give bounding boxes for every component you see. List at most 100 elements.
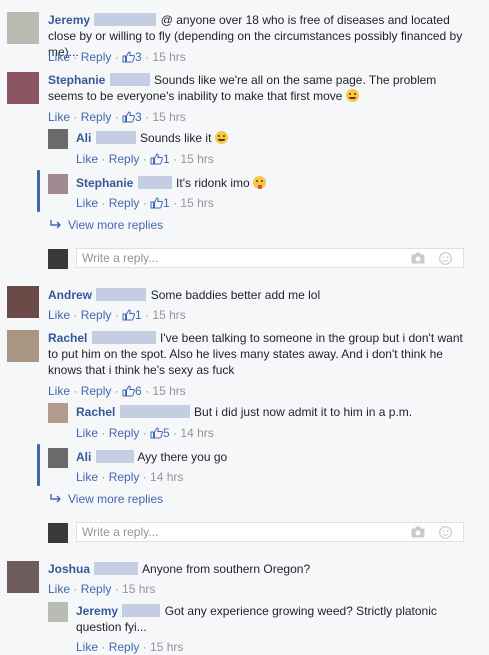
comment-body: Joshua Anyone from southern Oregon? [48,561,468,577]
reply-text: But i did just now admit it to him in a … [194,405,413,419]
avatar[interactable] [7,12,39,44]
reply-link[interactable]: Reply [81,110,112,124]
reply-highlight-bar [37,444,40,486]
redacted-name [95,131,136,144]
reply-link[interactable]: Reply [81,384,112,398]
comment-body: Stephanie Sounds like we're all on the s… [48,72,468,104]
timestamp[interactable]: 15 hrs [152,384,185,398]
avatar[interactable] [48,174,68,194]
redacted-name [95,450,134,463]
reply-text: It's ridonk imo [176,176,250,190]
comment-text: Sounds like we're all on the same page. … [48,73,437,103]
reply-meta: Like · Reply · 1 · 15 hrs [76,196,214,212]
thumbs-up-icon [150,197,163,212]
reply-link[interactable]: Reply [109,426,140,440]
like-link[interactable]: Like [48,110,70,124]
reply-input[interactable]: Write a reply... [76,248,464,268]
like-count[interactable]: 1 [163,196,170,210]
comment-meta: Like · Reply · 6 · 15 hrs [48,384,186,400]
like-link[interactable]: Like [48,582,70,596]
timestamp[interactable]: 15 hrs [180,152,213,166]
avatar[interactable] [48,602,68,622]
reply-link[interactable]: Reply [81,50,112,64]
like-link[interactable]: Like [76,152,98,166]
like-link[interactable]: Like [76,640,98,654]
timestamp[interactable]: 14 hrs [150,470,183,484]
comment-body: Andrew Some baddies better add me lol [48,287,468,303]
avatar[interactable] [7,330,39,362]
reply-placeholder: Write a reply... [82,251,159,265]
like-count[interactable]: 1 [163,152,170,166]
like-count[interactable]: 6 [135,384,142,398]
reply-link[interactable]: Reply [109,152,140,166]
view-more-replies[interactable]: View more replies [50,218,163,232]
redacted-name [94,562,139,575]
timestamp[interactable]: 14 hrs [180,426,213,440]
thumbs-up-icon [122,385,135,400]
camera-icon[interactable] [411,526,425,541]
redacted-name [122,604,161,617]
reply-body: Ali Ayy there you go [76,449,466,465]
reply-author[interactable]: Ali [76,131,91,145]
view-more-replies[interactable]: View more replies [50,492,163,506]
like-link[interactable]: Like [76,470,98,484]
timestamp[interactable]: 15 hrs [180,196,213,210]
comment-author[interactable]: Stephanie [48,73,105,87]
reply-link[interactable]: Reply [81,582,112,596]
avatar[interactable] [48,129,68,149]
reply-arrow-icon [50,492,62,506]
comment-meta: Like · Reply · 1 · 15 hrs [48,308,186,322]
reply-author[interactable]: Stephanie [76,176,133,190]
comment-meta: Like · Reply · 3 · 15 hrs [48,50,186,64]
timestamp[interactable]: 15 hrs [152,308,185,322]
like-link[interactable]: Like [76,426,98,440]
avatar[interactable] [48,448,68,468]
avatar[interactable] [48,403,68,423]
avatar[interactable] [7,286,39,318]
like-link[interactable]: Like [76,196,98,210]
view-more-label[interactable]: View more replies [68,218,163,232]
like-count[interactable]: 3 [135,110,142,124]
like-count[interactable]: 3 [135,50,142,64]
comment-body: Rachel I've been talking to someone in t… [48,330,468,378]
reply-link[interactable]: Reply [109,196,140,210]
reply-body: Jeremy Got any experience growing weed? … [76,603,456,635]
timestamp[interactable]: 15 hrs [152,50,185,64]
like-link[interactable]: Like [48,308,70,322]
reply-highlight-bar [37,170,40,212]
timestamp[interactable]: 15 hrs [150,640,183,654]
reply-author[interactable]: Rachel [76,405,115,419]
reply-link[interactable]: Reply [81,308,112,322]
like-count[interactable]: 1 [135,308,142,322]
reply-author[interactable]: Ali [76,450,91,464]
comment-author[interactable]: Joshua [48,562,90,576]
reply-meta: Like · Reply · 1 · 15 hrs [76,152,214,166]
redacted-name [91,331,156,344]
timestamp[interactable]: 15 hrs [122,582,155,596]
reply-link[interactable]: Reply [109,640,140,654]
reply-input[interactable]: Write a reply... [76,522,464,542]
like-count[interactable]: 5 [163,426,170,440]
timestamp[interactable]: 15 hrs [152,110,185,124]
view-more-label[interactable]: View more replies [68,492,163,506]
comment-author[interactable]: Andrew [48,288,92,302]
tongue-emoji-icon [253,176,267,189]
comment-text: Some baddies better add me lol [150,288,321,302]
comment-author[interactable]: Jeremy [48,13,90,27]
camera-icon[interactable] [411,252,425,267]
emoji-icon[interactable] [439,252,452,268]
reply-text: Ayy there you go [137,450,228,464]
reply-arrow-icon [50,218,62,232]
reply-author[interactable]: Jeremy [76,604,118,618]
redacted-name [119,405,190,418]
comment-meta: Like · Reply · 3 · 15 hrs [48,110,186,124]
reply-link[interactable]: Reply [109,470,140,484]
comment-meta: Like · Reply · 15 hrs [48,582,156,596]
comment-author[interactable]: Rachel [48,331,87,345]
like-link[interactable]: Like [48,384,70,398]
avatar[interactable] [7,72,39,104]
avatar[interactable] [7,561,39,593]
like-link[interactable]: Like [48,50,70,64]
emoji-icon[interactable] [439,526,452,542]
reply-meta: Like · Reply · 5 · 14 hrs [76,426,214,440]
